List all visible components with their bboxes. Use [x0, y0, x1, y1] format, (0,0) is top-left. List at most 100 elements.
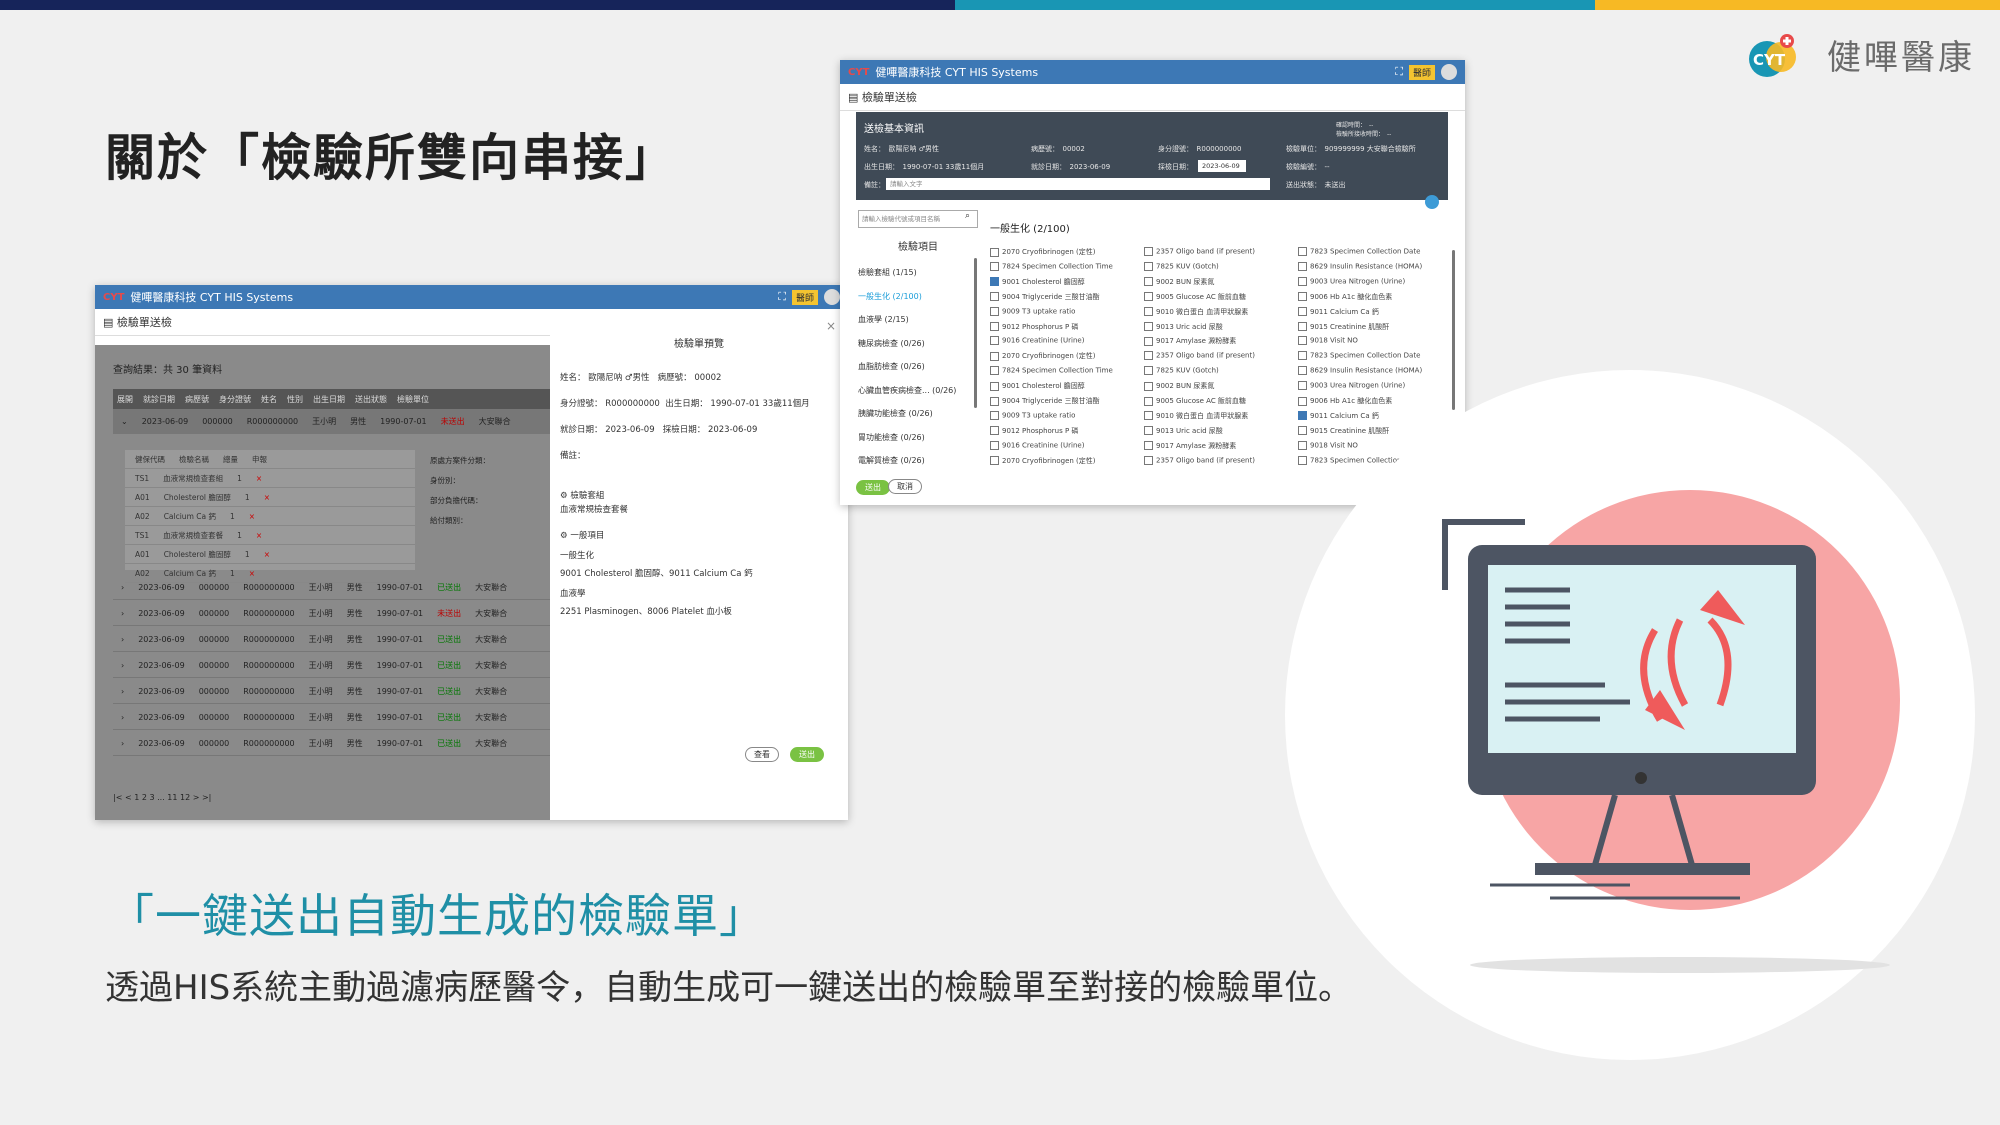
- expand-chevron-icon[interactable]: ›: [121, 739, 124, 748]
- checkbox-box[interactable]: [990, 381, 999, 391]
- item-checkbox[interactable]: 9002 BUN 尿素氮: [1144, 381, 1214, 391]
- checkbox-box[interactable]: [1298, 276, 1307, 286]
- item-checkbox[interactable]: 9004 Triglyceride 三酸甘油酯: [990, 292, 1100, 302]
- checkbox-box[interactable]: [1298, 396, 1307, 406]
- item-checkbox[interactable]: 9010 微白蛋白 血清甲狀腺素: [1144, 411, 1248, 421]
- column-header[interactable]: 病歷號: [185, 394, 209, 405]
- column-header[interactable]: 姓名: [261, 394, 277, 405]
- table-row[interactable]: › 2023-06-09 000000 R000000000 王小明 男性 1990-07-…: [113, 601, 561, 626]
- avatar[interactable]: [1441, 64, 1457, 80]
- item-checkbox[interactable]: 9016 Creatinine (Urine): [990, 336, 1084, 346]
- checkbox-box[interactable]: [1144, 322, 1153, 331]
- cancel-button[interactable]: 取消: [888, 479, 922, 494]
- category-item[interactable]: 血液學 (2/15): [858, 314, 978, 325]
- item-checkbox[interactable]: 9009 T3 uptake ratio: [990, 410, 1075, 420]
- expand-chevron-icon[interactable]: ›: [121, 583, 124, 592]
- category-item[interactable]: 胰臟功能檢查 (0/26): [858, 408, 978, 419]
- checkbox-box[interactable]: [990, 292, 999, 302]
- checkbox-box[interactable]: [990, 366, 999, 376]
- item-checkbox[interactable]: 9002 BUN 尿素氮: [1144, 277, 1214, 287]
- expand-chevron-icon[interactable]: ›: [121, 713, 124, 722]
- category-item[interactable]: 血脂肪檢查 (0/26): [858, 361, 978, 372]
- item-checkbox[interactable]: 9017 Amylase 澱粉酵素: [1144, 336, 1236, 346]
- item-checkbox[interactable]: 9018 Visit NO: [1298, 440, 1358, 450]
- sample-date-input[interactable]: 2023-06-09: [1198, 160, 1246, 172]
- item-checkbox[interactable]: 9018 Visit NO: [1298, 336, 1358, 346]
- checkbox-box[interactable]: [1144, 396, 1153, 406]
- table-row[interactable]: › 2023-06-09 000000 R000000000 王小明 男性 1990-07-…: [113, 627, 561, 652]
- item-checkbox[interactable]: 9003 Urea Nitrogen (Urine): [1298, 276, 1405, 286]
- item-checkbox[interactable]: 9003 Urea Nitrogen (Urine): [1298, 381, 1405, 391]
- checkbox-box[interactable]: [990, 456, 999, 466]
- item-checkbox[interactable]: 9015 Creatinine 肌酸酐: [1298, 426, 1389, 436]
- category-item[interactable]: 胃功能檢查 (0/26): [858, 432, 978, 443]
- item-checkbox[interactable]: 9017 Amylase 澱粉酵素: [1144, 441, 1236, 451]
- expand-chevron-icon[interactable]: ›: [121, 609, 124, 618]
- category-item[interactable]: 電解質檢查 (0/26): [858, 455, 978, 466]
- item-checkbox[interactable]: 7825 KUV (Gotch): [1144, 366, 1219, 376]
- checkbox-box[interactable]: [990, 247, 999, 257]
- item-checkbox[interactable]: 9012 Phosphorus P 磷: [990, 322, 1078, 332]
- checkbox-box[interactable]: [990, 410, 999, 420]
- item-checkbox[interactable]: 8629 Insulin Resistance (HOMA): [1298, 261, 1422, 271]
- checkbox-box[interactable]: [1144, 426, 1153, 436]
- checkbox-box[interactable]: [1298, 307, 1307, 317]
- checkbox-box[interactable]: [1298, 292, 1307, 302]
- item-checkbox[interactable]: 7824 Specimen Collection Time: [990, 366, 1113, 376]
- avatar[interactable]: [824, 289, 840, 305]
- item-checkbox[interactable]: 2070 Cryofibrinogen (定性): [990, 456, 1096, 466]
- checkbox-box[interactable]: [1144, 455, 1153, 465]
- item-checkbox[interactable]: 9010 微白蛋白 血清甲狀腺素: [1144, 307, 1248, 317]
- search-icon[interactable]: ⌕: [965, 211, 970, 221]
- checkbox-box[interactable]: [1144, 292, 1153, 302]
- column-header[interactable]: 性別: [287, 394, 303, 405]
- category-item[interactable]: 檢驗套組 (1/15): [858, 267, 978, 278]
- category-item[interactable]: 心臟血管疾病檢查... (0/26): [858, 385, 978, 396]
- column-header[interactable]: 送出狀態: [355, 394, 387, 405]
- item-checkbox[interactable]: 9006 Hb A1c 醣化血色素: [1298, 292, 1392, 302]
- checkbox-box[interactable]: [1144, 411, 1153, 421]
- checkbox-box[interactable]: [1144, 336, 1153, 346]
- side-scrollbar[interactable]: [974, 258, 977, 408]
- table-row[interactable]: › 2023-06-09 000000 R000000000 王小明 男性 1990-07-…: [113, 731, 561, 756]
- checkbox-box[interactable]: [1144, 381, 1153, 391]
- checkbox-box[interactable]: [1298, 411, 1307, 421]
- item-checkbox[interactable]: 7825 KUV (Gotch): [1144, 261, 1219, 271]
- add-circle-button[interactable]: [1425, 195, 1439, 209]
- checkbox-box[interactable]: [1144, 261, 1153, 271]
- doctor-role-button[interactable]: 醫師: [1408, 64, 1435, 80]
- checkbox-box[interactable]: [990, 322, 999, 331]
- checkbox-box[interactable]: [990, 426, 999, 436]
- checkbox-box[interactable]: [990, 396, 999, 406]
- checkbox-box[interactable]: [990, 440, 999, 450]
- checkbox-box[interactable]: [1298, 440, 1307, 450]
- checkbox-box[interactable]: [990, 336, 999, 346]
- table-row[interactable]: › 2023-06-09 000000 R000000000 王小明 男性 1990-07-…: [113, 705, 561, 730]
- view-button[interactable]: 查看: [745, 747, 779, 762]
- checkbox-box[interactable]: [1298, 336, 1307, 346]
- item-checkbox[interactable]: 9012 Phosphorus P 磷: [990, 426, 1078, 436]
- send-button[interactable]: 送出: [856, 480, 890, 495]
- expand-chevron-icon[interactable]: ›: [121, 635, 124, 644]
- checkbox-box[interactable]: [1298, 381, 1307, 391]
- table-row[interactable]: › 2023-06-09 000000 R000000000 王小明 男性 1990-07-…: [113, 653, 561, 678]
- checkbox-box[interactable]: [990, 261, 999, 271]
- item-checkbox[interactable]: 2070 Cryofibrinogen (定性): [990, 247, 1096, 257]
- item-checkbox[interactable]: 9016 Creatinine (Urine): [990, 440, 1084, 450]
- item-checkbox[interactable]: 9005 Glucose AC 飯前血糖: [1144, 292, 1246, 302]
- item-checkbox[interactable]: 9011 Calcium Ca 鈣: [1298, 411, 1379, 421]
- checkbox-box[interactable]: [1144, 441, 1153, 451]
- expand-chevron-icon[interactable]: ›: [121, 687, 124, 696]
- item-checkbox[interactable]: 8629 Insulin Resistance (HOMA): [1298, 366, 1422, 376]
- expand-chevron-icon[interactable]: ›: [121, 661, 124, 670]
- checkbox-box[interactable]: [990, 277, 999, 287]
- checkbox-box[interactable]: [1298, 247, 1307, 256]
- send-button[interactable]: 送出: [790, 747, 824, 762]
- checkbox-box[interactable]: [990, 351, 999, 361]
- item-checkbox[interactable]: 2070 Cryofibrinogen (定性): [990, 351, 1096, 361]
- fullscreen-icon[interactable]: ⛶: [778, 290, 786, 304]
- table-row[interactable]: › 2023-06-09 000000 R000000000 王小明 男性 1990-07-…: [113, 679, 561, 704]
- item-checkbox[interactable]: 7824 Specimen Collection Time: [990, 261, 1113, 271]
- category-item[interactable]: 糖尿病檢查 (0/26): [858, 338, 978, 349]
- table-row[interactable]: › 2023-06-09 000000 R000000000 王小明 男性 1990-07-…: [113, 575, 561, 600]
